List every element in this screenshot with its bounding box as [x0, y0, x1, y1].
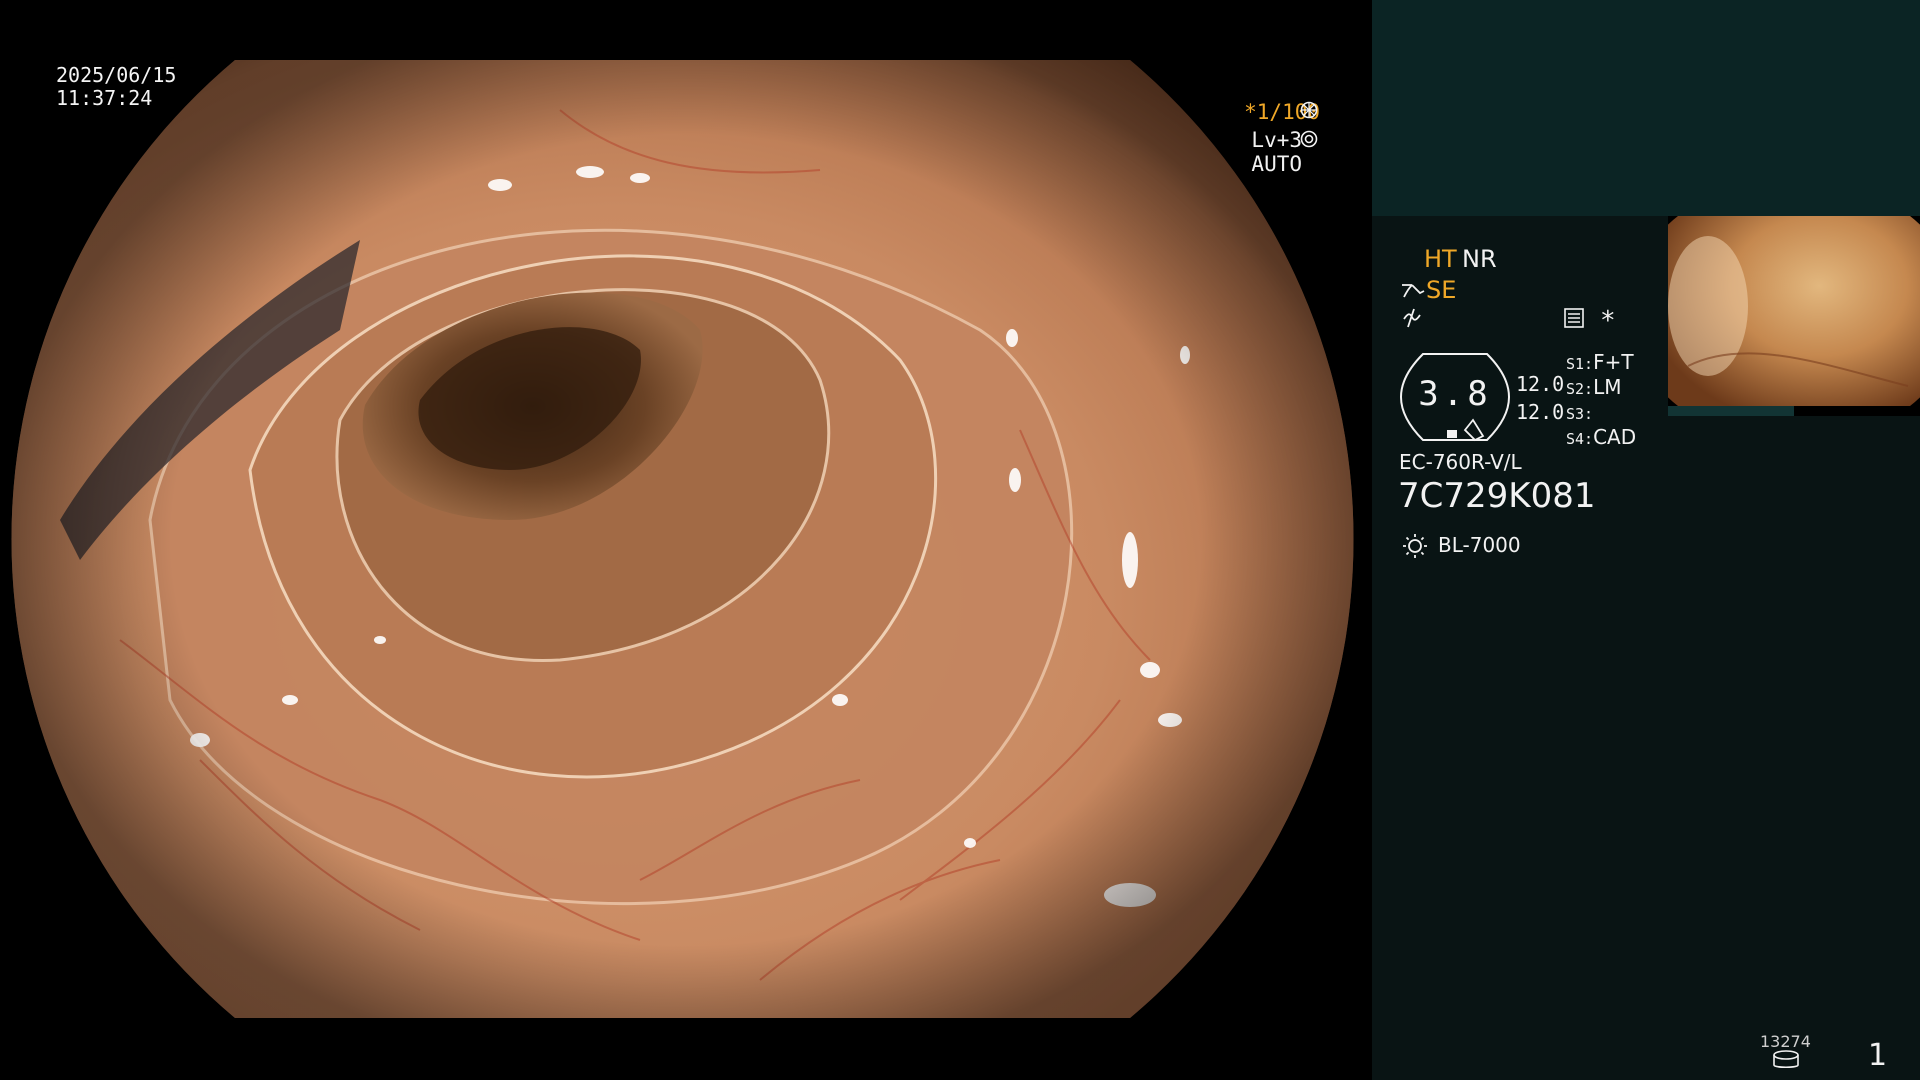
se-icon — [1402, 284, 1425, 298]
scope-serial: 7C729K081 — [1398, 476, 1596, 516]
panel-header-area — [1372, 0, 1920, 216]
page-number: 1 — [1868, 1038, 1888, 1073]
datetime: 2025/06/15 11:37:24 — [56, 64, 176, 110]
image-count: 13274 — [1760, 1032, 1811, 1051]
switch-s4: S4:CAD — [1566, 425, 1636, 449]
freeze-icon — [1403, 308, 1421, 328]
storage-icon — [1773, 1050, 1799, 1069]
shutter-icon — [1300, 101, 1318, 119]
light-source-icon — [1403, 534, 1427, 558]
endoscopic-image — [11, 60, 1354, 1018]
light-source-label: BL-7000 — [1438, 533, 1521, 557]
switch-s1-label: S1: — [1566, 355, 1594, 373]
switch-s4-label: S4: — [1566, 430, 1594, 448]
switch-s2: S2:LM — [1566, 375, 1622, 399]
value-a: 12.0 — [1516, 372, 1565, 396]
scope-model: EC-760R-V/L — [1399, 450, 1522, 474]
star-icon: * — [1600, 306, 1616, 336]
date-text: 2025/06/15 — [56, 63, 177, 87]
switch-s1: S1:F+T — [1566, 350, 1634, 374]
endoscope-view: 2025/06/15 11:37:24 *1/100 Lv+3 AUTO — [0, 0, 1372, 1080]
time-text: 11:37:24 — [56, 86, 153, 110]
level-mode: Lv+3 AUTO — [1251, 128, 1302, 176]
capture-thumbnail[interactable] — [1668, 216, 1920, 416]
switch-s2-label: S2: — [1566, 380, 1594, 398]
switch-s3: S3: — [1566, 400, 1593, 424]
thumbnail-image — [1668, 216, 1920, 416]
switch-s1-value: F+T — [1593, 350, 1634, 374]
switch-s2-value: LM — [1593, 375, 1622, 399]
switch-s3-label: S3: — [1566, 405, 1594, 423]
mode-ht: HT — [1424, 245, 1457, 273]
switch-s4-value: CAD — [1593, 425, 1637, 449]
mode-nr: NR — [1462, 245, 1497, 273]
auto-level-icon — [1300, 130, 1318, 148]
value-b: 12.0 — [1516, 400, 1565, 424]
menu-icon — [1564, 308, 1584, 328]
mode-se: SE — [1426, 276, 1457, 304]
zoom-value: 3.8 — [1418, 374, 1492, 414]
